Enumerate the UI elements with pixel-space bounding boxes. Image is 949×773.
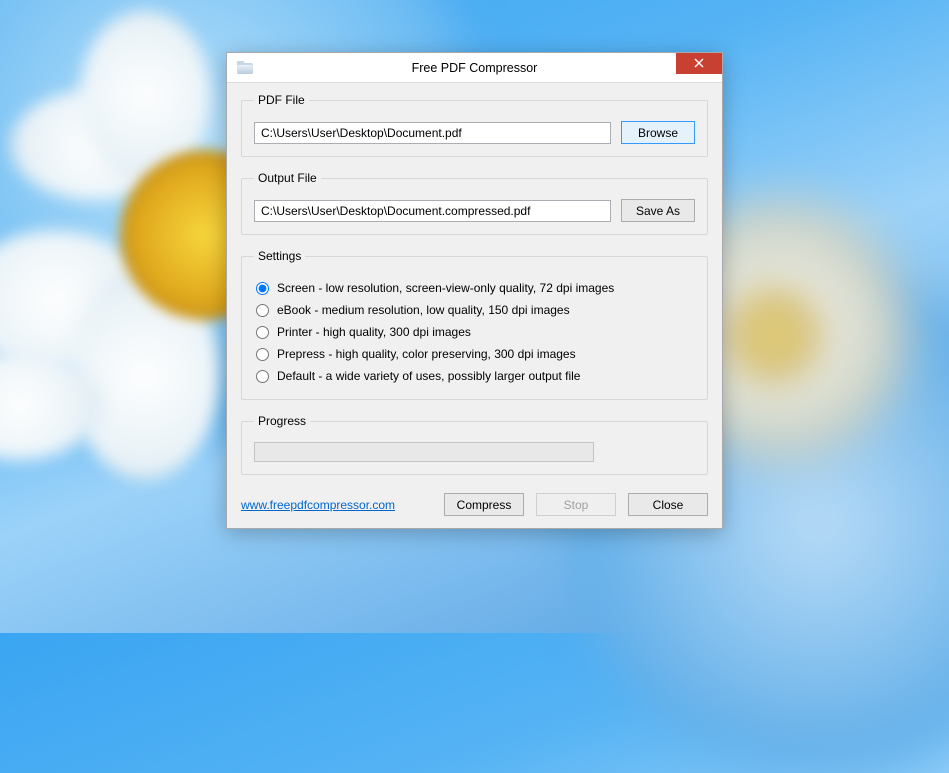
settings-option[interactable]: eBook - medium resolution, low quality, … — [254, 299, 695, 321]
output-file-input[interactable] — [254, 200, 611, 222]
settings-option-label[interactable]: eBook - medium resolution, low quality, … — [277, 303, 570, 317]
titlebar[interactable]: Free PDF Compressor — [227, 53, 722, 83]
settings-option-label[interactable]: Printer - high quality, 300 dpi images — [277, 325, 471, 339]
output-file-legend: Output File — [254, 171, 321, 185]
pdf-file-legend: PDF File — [254, 93, 309, 107]
settings-option-label[interactable]: Screen - low resolution, screen-view-onl… — [277, 281, 614, 295]
website-link[interactable]: www.freepdfcompressor.com — [241, 498, 395, 512]
settings-radio[interactable] — [256, 348, 269, 361]
settings-radio[interactable] — [256, 370, 269, 383]
settings-option[interactable]: Default - a wide variety of uses, possib… — [254, 365, 695, 387]
save-as-button[interactable]: Save As — [621, 199, 695, 222]
close-icon — [694, 57, 704, 71]
window-title: Free PDF Compressor — [227, 61, 722, 75]
stop-button[interactable]: Stop — [536, 493, 616, 516]
window-content: PDF File Browse Output File Save As Sett… — [227, 83, 722, 528]
settings-group: Settings Screen - low resolution, screen… — [241, 249, 708, 400]
compress-button[interactable]: Compress — [444, 493, 524, 516]
close-button[interactable]: Close — [628, 493, 708, 516]
app-window: Free PDF Compressor PDF File Browse Outp… — [226, 52, 723, 529]
progress-legend: Progress — [254, 414, 310, 428]
output-file-group: Output File Save As — [241, 171, 708, 235]
settings-option[interactable]: Screen - low resolution, screen-view-onl… — [254, 277, 695, 299]
pdf-file-group: PDF File Browse — [241, 93, 708, 157]
settings-radio[interactable] — [256, 326, 269, 339]
browse-button[interactable]: Browse — [621, 121, 695, 144]
wallpaper-flower-center — [729, 290, 819, 380]
settings-option-label[interactable]: Prepress - high quality, color preservin… — [277, 347, 576, 361]
pdf-file-input[interactable] — [254, 122, 611, 144]
settings-option-label[interactable]: Default - a wide variety of uses, possib… — [277, 369, 580, 383]
settings-option[interactable]: Printer - high quality, 300 dpi images — [254, 321, 695, 343]
settings-legend: Settings — [254, 249, 305, 263]
close-window-button[interactable] — [676, 53, 722, 74]
settings-option[interactable]: Prepress - high quality, color preservin… — [254, 343, 695, 365]
settings-radio[interactable] — [256, 304, 269, 317]
progress-group: Progress — [241, 414, 708, 475]
progress-bar — [254, 442, 594, 462]
footer: www.freepdfcompressor.com Compress Stop … — [241, 489, 708, 516]
settings-radio[interactable] — [256, 282, 269, 295]
